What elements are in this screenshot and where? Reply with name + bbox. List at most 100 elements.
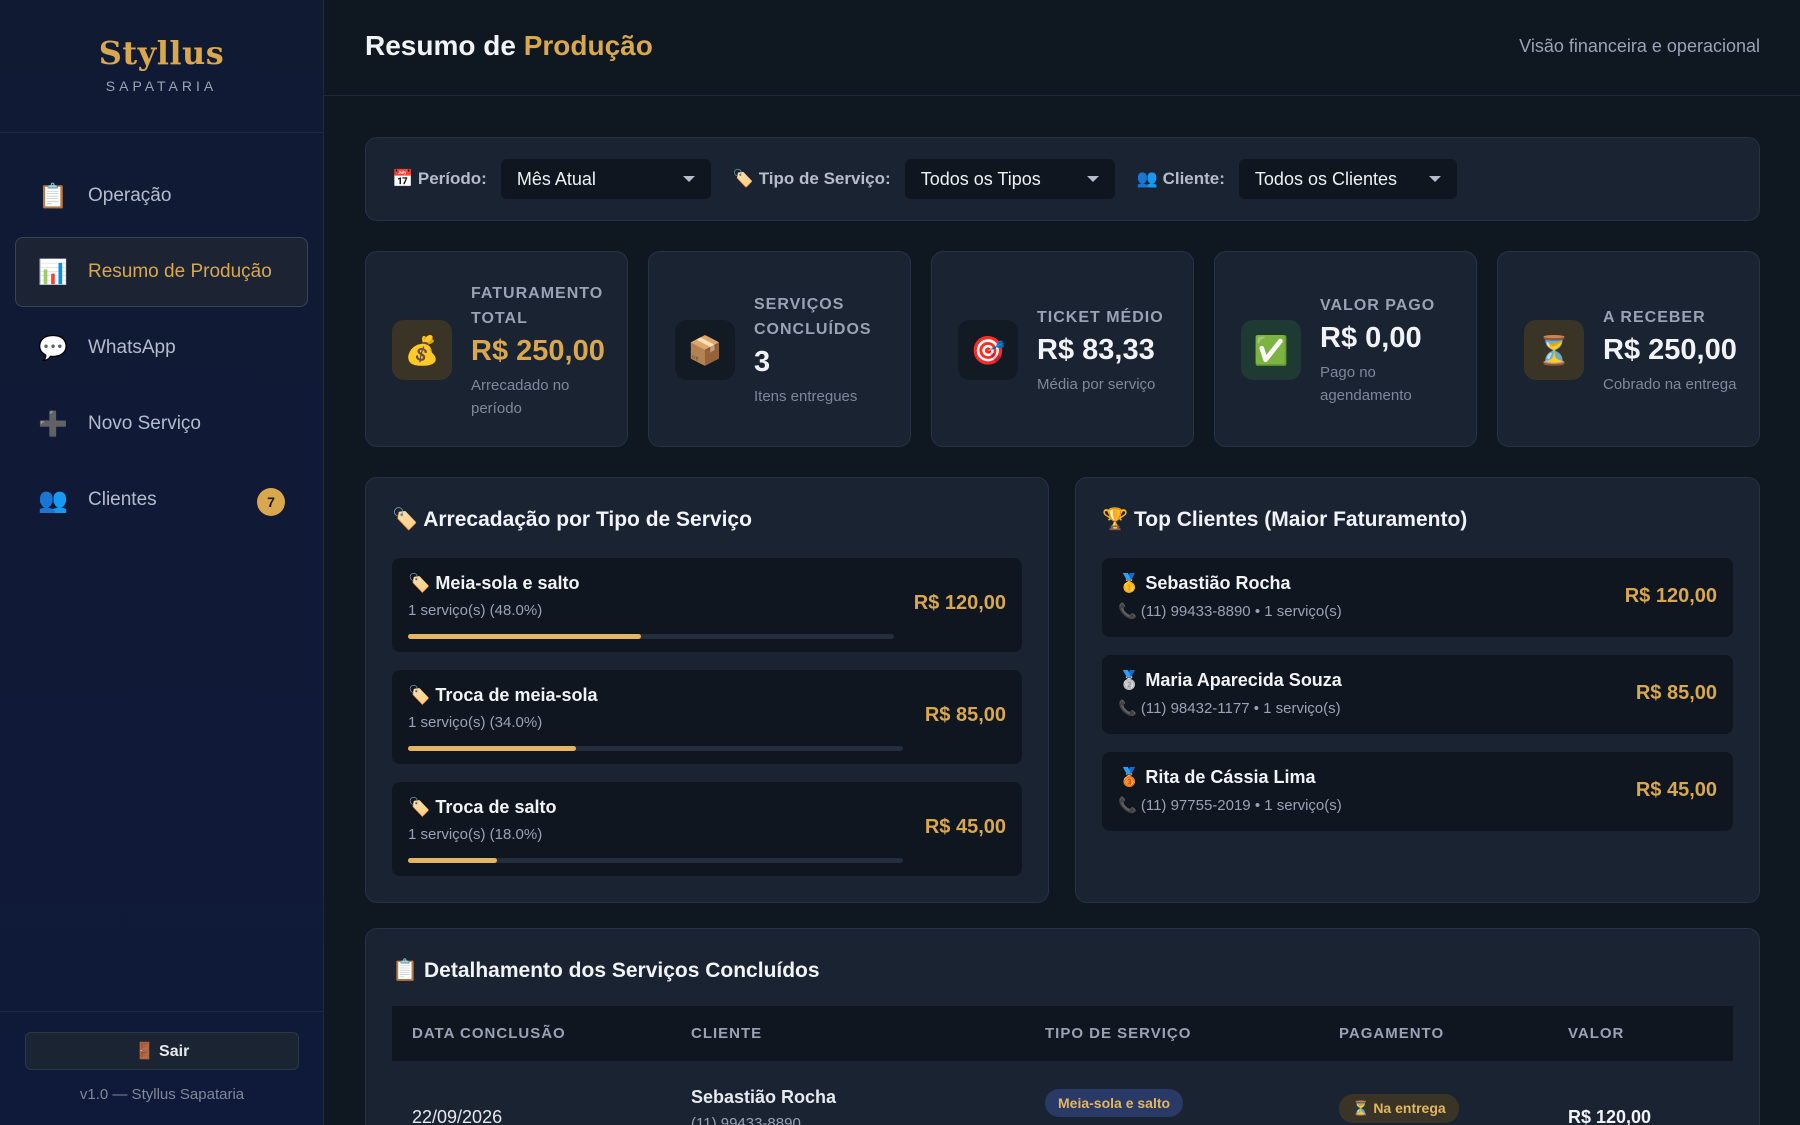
sidebar-item-resumo-producao[interactable]: 📊 Resumo de Produção [15, 237, 308, 307]
cell-client: Sebastião Rocha [691, 1087, 837, 1107]
share-progress-fill [408, 746, 577, 751]
page-subtitle: Visão financeira e operacional [1519, 36, 1760, 56]
client-select[interactable]: Todos os Clientes [1238, 159, 1457, 199]
client-name: 🥇 Sebastião Rocha [1118, 573, 1291, 593]
check-mark-icon: ✅ [1241, 320, 1301, 380]
share-progress-bar [408, 858, 903, 863]
sidebar-item-label: Clientes [88, 489, 157, 510]
filters-bar: 📅 Período: Mês Atual 🏷️ Tipo de Serviço:… [365, 137, 1760, 221]
plus-icon: ➕ [38, 410, 68, 438]
sidebar: Styllus SAPATARIA 📋 Operação 📊 Resumo de… [0, 0, 324, 1125]
kpi-subtext: Arrecadado no período [471, 376, 570, 417]
version-text: v1.0 — Styllus Sapataria [79, 1086, 245, 1103]
sidebar-item-label: WhatsApp [88, 337, 176, 358]
client-filter-label: 👥 Cliente: [1136, 169, 1225, 188]
share-progress-fill [408, 634, 642, 639]
list-item: 🏷️ Troca de salto 1 serviço(s) (18.0%) R… [392, 782, 1022, 876]
sidebar-nav: 📋 Operação 📊 Resumo de Produção 💬 WhatsA… [0, 133, 323, 535]
chevron-down-icon [1086, 176, 1099, 182]
client-amount: R$ 120,00 [1624, 585, 1717, 607]
client-meta: 📞 (11) 97755-2019 • 1 serviço(s) [1118, 797, 1342, 814]
kpi-label: Valor Pago [1320, 297, 1436, 314]
sidebar-item-label: Operação [88, 185, 172, 206]
sidebar-footer: 🚪 Sair v1.0 — Styllus Sapataria [0, 1011, 324, 1125]
list-item: 🏷️ Meia-sola e salto 1 serviço(s) (48.0%… [392, 558, 1022, 652]
kpi-value: R$ 83,33 [1037, 333, 1155, 366]
kpi-subtext: Cobrado na entrega [1603, 375, 1737, 393]
column-header-valor: Valor [1568, 1025, 1625, 1042]
client-meta: 📞 (11) 98432-1177 • 1 serviço(s) [1118, 700, 1341, 717]
service-type-meta: 1 serviço(s) (18.0%) [408, 826, 543, 843]
section-title: 🏷️ Arrecadação por Tipo de Serviço [392, 508, 752, 531]
kpi-subtext: Média por serviço [1037, 375, 1156, 393]
sidebar-item-operacao[interactable]: 📋 Operação [15, 161, 308, 231]
service-type-filter-label: 🏷️ Tipo de Serviço: [732, 169, 891, 188]
kpi-value: R$ 250,00 [1603, 333, 1737, 366]
share-progress-bar [408, 746, 903, 751]
kpi-card-a-receber: ⏳ A Receber R$ 250,00 Cobrado na entrega [1497, 251, 1760, 447]
sidebar-item-label: Resumo de Produção [88, 261, 272, 282]
kpi-card-faturamento-total: 💰 Faturamento Total R$ 250,00 Arrecadado… [365, 251, 628, 447]
column-header-tipo: Tipo de Serviço [1045, 1025, 1192, 1042]
speech-bubble-icon: 💬 [38, 334, 68, 362]
section-title: 📋 Detalhamento dos Serviços Concluídos [392, 959, 820, 982]
sidebar-item-label: Novo Serviço [88, 413, 201, 434]
cell-value: R$ 120,00 [1568, 1107, 1652, 1125]
completed-services-panel: 📋 Detalhamento dos Serviços Concluídos D… [365, 928, 1760, 1125]
kpi-card-valor-pago: ✅ Valor Pago R$ 0,00 Pago no agendamento [1214, 251, 1477, 447]
revenue-by-type-panel: 🏷️ Arrecadação por Tipo de Serviço 🏷️ Me… [365, 477, 1049, 903]
payment-status-badge: ⏳ Na entrega [1339, 1094, 1459, 1123]
service-type-meta: 1 serviço(s) (48.0%) [408, 602, 543, 619]
kpi-value: R$ 0,00 [1320, 322, 1422, 354]
client-name: 🥉 Rita de Cássia Lima [1118, 767, 1316, 787]
users-icon: 👥 [38, 486, 68, 514]
cell-client-phone: (11) 99433-8890 [691, 1115, 801, 1125]
target-icon: 🎯 [958, 320, 1018, 380]
package-icon: 📦 [675, 320, 735, 380]
table-header: Data Conclusão Cliente Tipo de Serviço P… [392, 1006, 1733, 1061]
client-meta: 📞 (11) 99433-8890 • 1 serviço(s) [1118, 603, 1342, 620]
sidebar-item-clientes[interactable]: 👥 Clientes 7 [15, 465, 308, 535]
bar-chart-icon: 📊 [38, 258, 68, 286]
sidebar-item-novo-servico[interactable]: ➕ Novo Serviço [15, 389, 308, 459]
list-item[interactable]: 🥇 Sebastião Rocha 📞 (11) 99433-8890 • 1 … [1102, 558, 1733, 637]
brand-name: Styllus [98, 34, 225, 72]
column-header-data: Data Conclusão [412, 1025, 566, 1042]
sidebar-item-whatsapp[interactable]: 💬 WhatsApp [15, 313, 308, 383]
service-type-amount: R$ 120,00 [913, 592, 1006, 614]
chevron-down-icon [682, 176, 695, 182]
period-select[interactable]: Mês Atual [500, 159, 711, 199]
service-type-name: 🏷️ Troca de meia-sola [408, 685, 598, 705]
kpi-subtext: Itens entregues [754, 388, 858, 405]
service-type-name: 🏷️ Meia-sola e salto [408, 573, 580, 593]
kpi-subtext: Pago no agendamento [1320, 364, 1412, 404]
kpi-label: A Receber [1603, 308, 1706, 326]
service-type-meta: 1 serviço(s) (34.0%) [408, 714, 543, 731]
client-amount: R$ 85,00 [1635, 682, 1717, 704]
kpi-value: R$ 250,00 [471, 334, 605, 367]
service-type-select[interactable]: Todos os Tipos [904, 159, 1115, 199]
logout-button[interactable]: 🚪 Sair [25, 1032, 299, 1070]
share-progress-fill [408, 858, 498, 863]
kpi-label: Faturamento Total [471, 284, 604, 327]
table-row[interactable]: 22/09/2026 Sebastião Rocha (11) 99433-88… [392, 1061, 1733, 1125]
share-progress-bar [408, 634, 894, 639]
list-item[interactable]: 🥉 Rita de Cássia Lima 📞 (11) 97755-2019 … [1102, 752, 1733, 831]
kpi-label: Serviços Concluídos [754, 296, 872, 338]
clipboard-icon: 📋 [38, 182, 68, 210]
list-item[interactable]: 🥈 Maria Aparecida Souza 📞 (11) 98432-117… [1102, 655, 1733, 734]
chevron-down-icon [1428, 176, 1441, 182]
money-bag-icon: 💰 [392, 320, 452, 380]
column-header-cliente: Cliente [691, 1025, 763, 1042]
cell-date: 22/09/2026 [412, 1107, 503, 1125]
service-type-name: 🏷️ Troca de salto [408, 797, 557, 817]
top-clients-panel: 🏆 Top Clientes (Maior Faturamento) 🥇 Seb… [1075, 477, 1760, 903]
page-title-highlight: Produção [523, 30, 653, 61]
section-title: 🏆 Top Clientes (Maior Faturamento) [1102, 508, 1468, 531]
brand-subtitle: SAPATARIA [105, 78, 218, 94]
kpi-label: Ticket Médio [1037, 308, 1164, 326]
kpi-card-ticket-medio: 🎯 Ticket Médio R$ 83,33 Média por serviç… [931, 251, 1194, 447]
clients-count-badge: 7 [257, 488, 285, 516]
page-title: Resumo de Produção [365, 30, 653, 62]
hourglass-icon: ⏳ [1524, 320, 1584, 380]
